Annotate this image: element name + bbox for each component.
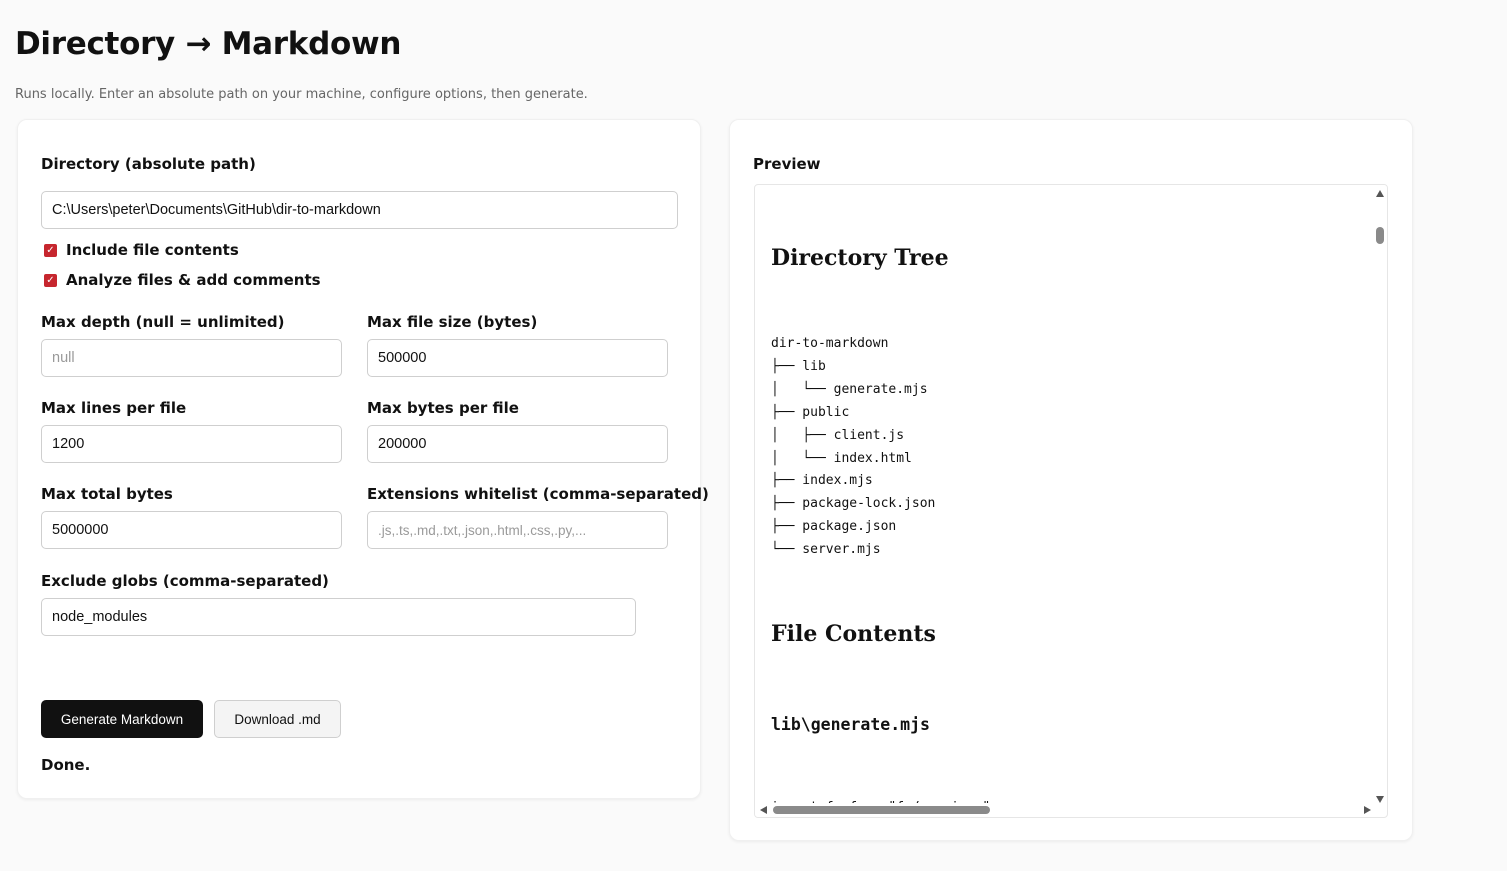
preview-label: Preview — [753, 155, 821, 173]
status-text: Done. — [41, 756, 91, 774]
scroll-right-arrow-icon[interactable] — [1364, 806, 1371, 814]
max-depth-input[interactable] — [41, 339, 342, 377]
max-bytes-label: Max bytes per file — [367, 399, 519, 417]
vertical-scroll-thumb[interactable] — [1376, 227, 1384, 244]
scroll-left-arrow-icon[interactable] — [760, 806, 767, 814]
max-lines-input[interactable] — [41, 425, 342, 463]
analyze-files-checkbox-row[interactable]: ✓ Analyze files & add comments — [44, 270, 321, 290]
max-bytes-input[interactable] — [367, 425, 668, 463]
download-button[interactable]: Download .md — [214, 700, 341, 738]
file-heading: lib\generate.mjs — [771, 715, 930, 734]
directory-tree: dir-to-markdown ├── lib │ └── generate.m… — [771, 336, 936, 558]
horizontal-scrollbar[interactable] — [755, 803, 1375, 817]
max-depth-label: Max depth (null = unlimited) — [41, 313, 285, 331]
options-card: Directory (absolute path) ✓ Include file… — [17, 119, 709, 799]
analyze-files-checkbox[interactable]: ✓ — [44, 273, 57, 287]
extensions-input[interactable] — [367, 511, 668, 549]
exclude-input[interactable] — [41, 598, 636, 636]
max-total-input[interactable] — [41, 511, 342, 549]
generate-button[interactable]: Generate Markdown — [41, 700, 203, 738]
horizontal-scroll-thumb[interactable] — [773, 806, 990, 814]
include-contents-checkbox-row[interactable]: ✓ Include file contents — [44, 240, 239, 260]
analyze-files-label: Analyze files & add comments — [66, 271, 321, 289]
extensions-label: Extensions whitelist (comma-separated) — [367, 485, 709, 503]
max-total-label: Max total bytes — [41, 485, 173, 503]
vertical-scrollbar[interactable] — [1373, 185, 1387, 805]
file-contents-heading: File Contents — [771, 621, 936, 647]
directory-tree-heading: Directory Tree — [771, 245, 949, 271]
max-file-size-input[interactable] — [367, 339, 668, 377]
scroll-up-arrow-icon[interactable] — [1376, 190, 1384, 197]
page-subtitle: Runs locally. Enter an absolute path on … — [15, 87, 588, 102]
directory-input[interactable] — [41, 191, 678, 229]
page-title: Directory → Markdown — [15, 26, 402, 62]
include-contents-checkbox[interactable]: ✓ — [44, 243, 57, 257]
page: Directory → Markdown Runs locally. Enter… — [0, 0, 1507, 871]
exclude-label: Exclude globs (comma-separated) — [41, 572, 329, 590]
max-lines-label: Max lines per file — [41, 399, 187, 417]
preview-pane[interactable]: Directory Tree dir-to-markdown ├── lib │… — [754, 184, 1388, 818]
max-file-size-label: Max file size (bytes) — [367, 313, 538, 331]
include-contents-label: Include file contents — [66, 241, 239, 259]
preview-card: Preview Directory Tree dir-to-markdown ├… — [729, 119, 1413, 841]
directory-label: Directory (absolute path) — [41, 155, 256, 173]
scroll-down-arrow-icon[interactable] — [1376, 796, 1384, 803]
